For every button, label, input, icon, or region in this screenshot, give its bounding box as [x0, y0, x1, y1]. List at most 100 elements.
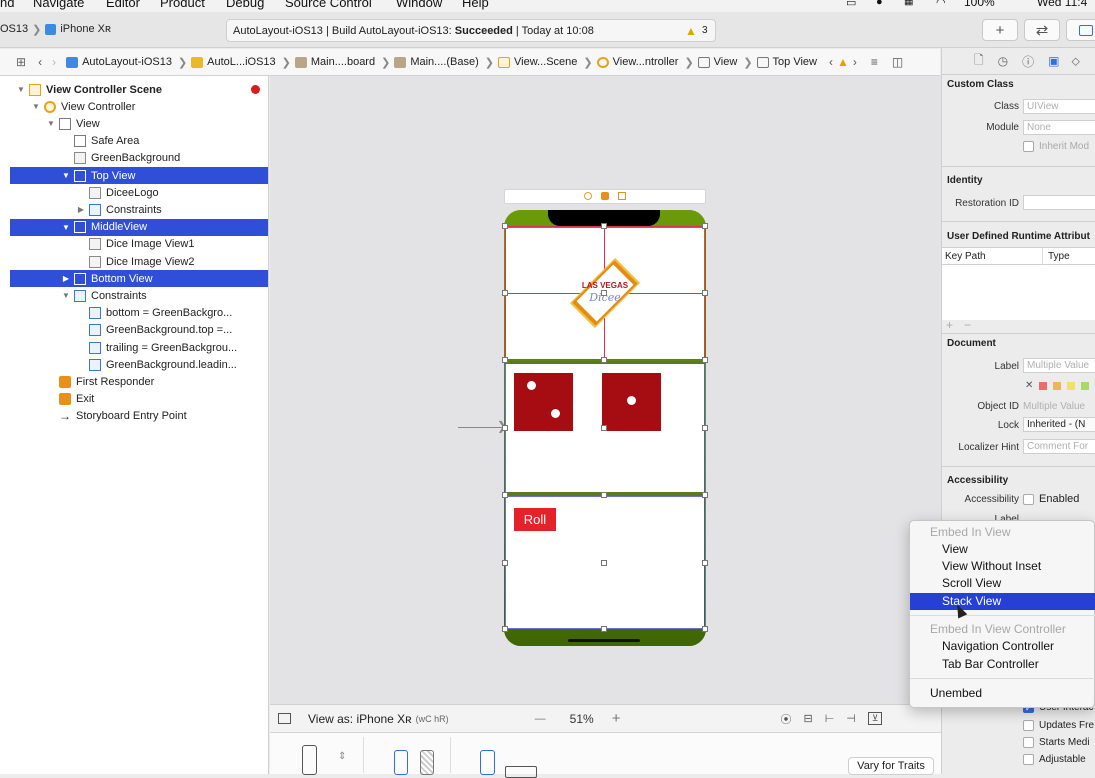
resize-handle[interactable]: [601, 357, 607, 363]
resize-handle[interactable]: [702, 223, 708, 229]
resize-handle[interactable]: [502, 560, 508, 566]
roll-button[interactable]: Roll: [514, 508, 556, 531]
updates-frequently-checkbox[interactable]: Updates Fre: [1023, 720, 1094, 731]
menu-source-control[interactable]: Source Control: [285, 0, 372, 10]
outline-row[interactable]: GreenBackground: [10, 150, 268, 167]
jump-item-top-view[interactable]: Top View: [756, 56, 817, 68]
code-review-button[interactable]: ⇄: [1024, 19, 1060, 41]
menu-product[interactable]: Product: [160, 0, 205, 10]
resize-handle[interactable]: [502, 357, 508, 363]
menu-debug[interactable]: Debug: [226, 0, 264, 10]
dice-image-view1[interactable]: [514, 373, 573, 431]
resize-handle[interactable]: [601, 290, 607, 296]
resize-handle[interactable]: [601, 425, 607, 431]
localizer-hint-field[interactable]: Comment For: [1023, 439, 1095, 454]
library-button[interactable]: +: [982, 19, 1018, 41]
layout-toggle-button[interactable]: [1066, 19, 1095, 41]
error-indicator-icon[interactable]: [251, 85, 260, 94]
jump-item-scene[interactable]: View...Scene: [498, 56, 577, 68]
resize-handle[interactable]: [502, 223, 508, 229]
menu-navigate[interactable]: Navigate: [33, 0, 84, 10]
outline-row[interactable]: bottom = GreenBackgro...: [10, 305, 268, 322]
outline-row[interactable]: GreenBackground.top =...: [10, 322, 268, 339]
menu-item-scroll-view[interactable]: Scroll View: [910, 575, 1095, 592]
resize-handle[interactable]: [702, 290, 708, 296]
scene-dock[interactable]: [504, 189, 706, 204]
menu-item-navigation-controller[interactable]: Navigation Controller: [910, 638, 1095, 655]
disclosure-expanded-icon[interactable]: ▼: [46, 119, 56, 128]
help-inspector-icon[interactable]: ⓘ: [1022, 53, 1034, 70]
yellow-swatch[interactable]: [1067, 381, 1076, 390]
scheme-selector[interactable]: OS13 ❯ iPhone Xʀ: [0, 18, 111, 40]
resolve-issues-icon[interactable]: ⊣: [846, 712, 856, 725]
outline-row[interactable]: Safe Area: [10, 133, 268, 150]
resize-handle[interactable]: [502, 425, 508, 431]
outline-row[interactable]: ▼ View: [10, 115, 268, 132]
inherit-module-checkbox[interactable]: Inherit Mod: [1023, 141, 1089, 152]
resize-handle[interactable]: [702, 626, 708, 632]
screen-icon[interactable]: ▭: [846, 0, 856, 9]
minimap-icon[interactable]: ≡: [871, 55, 878, 69]
accessibility-enabled-checkbox[interactable]: Enabled: [1023, 493, 1079, 505]
menu-help[interactable]: Help: [462, 0, 489, 10]
type-column[interactable]: Type: [1048, 251, 1070, 262]
outline-row[interactable]: ▼ View Controller Scene: [10, 81, 268, 98]
dice-image-view2[interactable]: [602, 373, 661, 431]
red-swatch[interactable]: [1039, 381, 1048, 390]
clock[interactable]: Wed 11:4: [1037, 0, 1087, 9]
wifi-icon[interactable]: ◠: [936, 0, 946, 9]
resize-handle[interactable]: [502, 290, 508, 296]
warning-icon[interactable]: ▲: [685, 24, 697, 38]
stepper-icon[interactable]: ⇕: [338, 751, 346, 762]
exit-icon[interactable]: [618, 192, 626, 200]
outline-row[interactable]: trailing = GreenBackgrou...: [10, 339, 268, 356]
zoom-in-button[interactable]: +: [612, 710, 621, 727]
resize-handle[interactable]: [702, 492, 708, 498]
disclosure-collapsed-icon[interactable]: ▶: [61, 274, 71, 283]
ipad-icon[interactable]: [505, 766, 537, 778]
jump-item-storyboard-base[interactable]: Main....(Base): [394, 56, 479, 68]
outline-row[interactable]: ▶ Bottom View: [10, 270, 268, 288]
resize-handle[interactable]: [601, 626, 607, 632]
vary-for-traits-button[interactable]: Vary for Traits: [848, 757, 934, 775]
module-field[interactable]: None: [1023, 120, 1095, 135]
green-swatch[interactable]: [1081, 381, 1090, 390]
landscape-icon[interactable]: [420, 750, 434, 775]
align-icon[interactable]: ⊟: [803, 712, 812, 725]
key-path-column[interactable]: Key Path: [945, 251, 986, 262]
battery-text[interactable]: 100%: [964, 0, 995, 9]
warning-icon[interactable]: ▲: [837, 55, 849, 69]
related-items-icon[interactable]: ⊞: [16, 55, 26, 69]
disclosure-collapsed-icon[interactable]: ▶: [76, 205, 86, 214]
resize-handle[interactable]: [702, 425, 708, 431]
adjustable-checkbox[interactable]: Adjustable: [1023, 754, 1086, 765]
view-as-label[interactable]: View as: iPhone Xʀ: [308, 712, 412, 726]
resize-handle[interactable]: [702, 560, 708, 566]
phone-device-icon[interactable]: [302, 745, 317, 775]
lock-popup[interactable]: Inherited - (N: [1023, 417, 1095, 432]
jump-item-view[interactable]: View: [697, 56, 737, 68]
first-responder-icon[interactable]: [601, 192, 609, 200]
jump-item-controller[interactable]: View...ntroller: [596, 56, 678, 68]
resize-handle[interactable]: [702, 357, 708, 363]
attributes-inspector-icon[interactable]: ⬦: [1072, 54, 1080, 69]
jump-item-storyboard[interactable]: Main....board: [294, 56, 375, 68]
history-inspector-icon[interactable]: ◷: [998, 54, 1008, 68]
resize-handle[interactable]: [502, 492, 508, 498]
file-inspector-icon[interactable]: 🗋: [974, 51, 984, 72]
update-frames-icon[interactable]: ⦿: [780, 711, 791, 727]
outline-row[interactable]: DiceeLogo: [10, 184, 268, 201]
flag-icon[interactable]: ▦: [904, 0, 913, 7]
resize-handle[interactable]: [601, 492, 607, 498]
disclosure-expanded-icon[interactable]: ▼: [61, 223, 71, 232]
udra-table-body[interactable]: [942, 265, 1095, 320]
outline-toggle-icon[interactable]: [278, 713, 291, 724]
identity-inspector-icon[interactable]: ▣: [1048, 54, 1059, 68]
menu-item-view[interactable]: View: [910, 541, 1095, 558]
outline-row[interactable]: ▼ Top View: [10, 167, 268, 184]
embed-in-icon[interactable]: ⊻: [867, 712, 883, 725]
outline-row[interactable]: → Storyboard Entry Point: [10, 408, 268, 425]
disclosure-expanded-icon[interactable]: ▼: [61, 291, 71, 300]
disclosure-expanded-icon[interactable]: ▼: [31, 102, 41, 111]
resize-handle[interactable]: [601, 223, 607, 229]
